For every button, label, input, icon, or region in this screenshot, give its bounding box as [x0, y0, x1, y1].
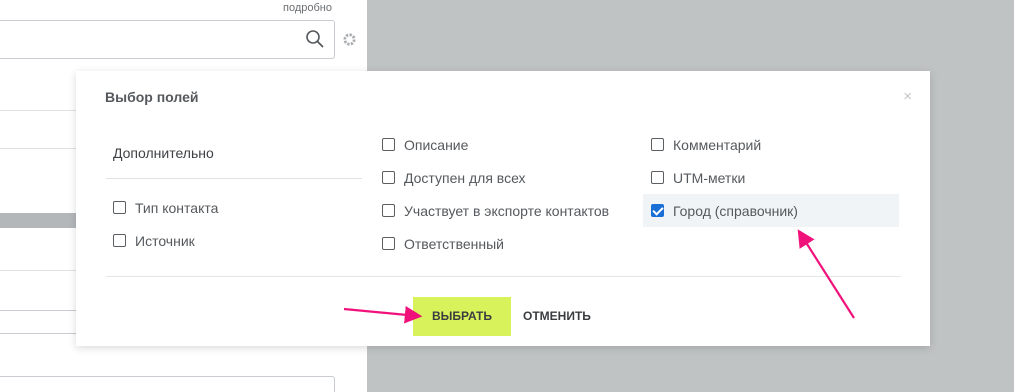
search-icon[interactable]	[305, 29, 325, 49]
checkbox-utm-tags[interactable]: UTM-метки	[643, 161, 899, 194]
checkbox-label: Доступен для всех	[404, 169, 526, 186]
checkbox-responsible[interactable]: Ответственный	[374, 227, 504, 260]
checkbox-city[interactable]: Город (справочник)	[643, 194, 899, 227]
checkbox[interactable]	[382, 204, 395, 217]
close-icon[interactable]: ×	[903, 89, 912, 104]
checkbox-label: Город (справочник)	[673, 202, 798, 219]
checkbox-description[interactable]: Описание	[374, 128, 468, 161]
checkbox[interactable]	[113, 234, 126, 247]
checkbox-available-for-all[interactable]: Доступен для всех	[374, 161, 526, 194]
details-link[interactable]: подробно	[283, 2, 332, 14]
checkbox[interactable]	[382, 171, 395, 184]
gear-icon[interactable]	[342, 32, 357, 47]
checkbox-export-contacts[interactable]: Участвует в экспорте контактов	[374, 194, 609, 227]
checkbox-label: Участвует в экспорте контактов	[404, 202, 610, 219]
field-selection-dialog: Выбор полей × Дополнительно Тип контакта…	[76, 71, 930, 346]
checkbox-label: Описание	[404, 136, 469, 153]
checkbox[interactable]	[113, 201, 126, 214]
checkbox-contact-type[interactable]: Тип контакта	[105, 191, 218, 224]
checkbox-comment[interactable]: Комментарий	[643, 128, 899, 161]
section-title: Дополнительно	[113, 145, 214, 161]
text-field[interactable]	[0, 376, 335, 392]
checkbox[interactable]	[651, 138, 664, 151]
checkbox-label: Комментарий	[673, 136, 762, 153]
checkbox-label: Источник	[135, 232, 195, 249]
checkbox[interactable]	[382, 237, 395, 250]
checkbox[interactable]	[382, 138, 395, 151]
select-button[interactable]: ВЫБРАТЬ	[413, 297, 511, 336]
checkbox-checked[interactable]	[651, 204, 664, 217]
dialog-title: Выбор полей	[105, 89, 199, 105]
checkbox-label: UTM-метки	[673, 169, 746, 186]
footer-divider	[106, 276, 901, 277]
section-divider	[106, 178, 362, 179]
checkbox-label: Тип контакта	[135, 199, 219, 216]
checkbox[interactable]	[651, 171, 664, 184]
checkbox-source[interactable]: Источник	[105, 224, 195, 257]
cancel-button[interactable]: ОТМЕНИТЬ	[523, 297, 591, 336]
checkbox-label: Ответственный	[404, 235, 504, 252]
search-input[interactable]	[0, 20, 335, 59]
